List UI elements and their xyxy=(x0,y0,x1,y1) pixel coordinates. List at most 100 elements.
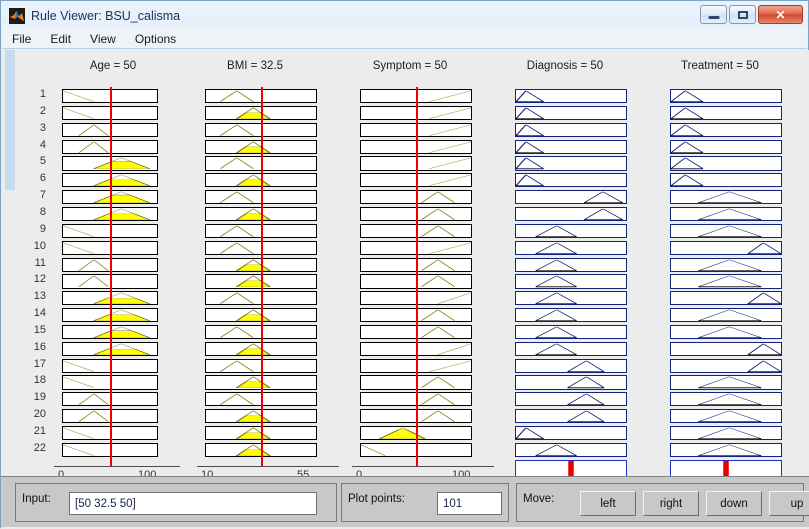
column-bmi: BMI = 32.5 10 55 xyxy=(186,50,339,481)
rule-number-15: 15 xyxy=(33,323,46,336)
rule-number-1: 1 xyxy=(39,88,46,100)
minimize-icon xyxy=(708,16,719,20)
move-label: Move: xyxy=(523,493,555,505)
mf-plot-diagnosis-rule-5 xyxy=(515,156,627,171)
mf-plot-treatment-rule-11 xyxy=(670,257,782,272)
close-icon: ✕ xyxy=(775,7,786,22)
input-indicator-age[interactable] xyxy=(110,87,112,466)
menu-item-edit[interactable]: Edit xyxy=(48,31,73,47)
column-title-diagnosis: Diagnosis = 50 xyxy=(526,60,604,72)
move-left-button[interactable]: left xyxy=(580,491,636,516)
input-indicator-symptom[interactable] xyxy=(416,87,418,466)
rule-number-11: 11 xyxy=(34,256,46,269)
mf-plot-diagnosis-rule-16 xyxy=(515,341,627,356)
column-title-age: Age = 50 xyxy=(89,60,137,72)
mf-plot-diagnosis-rule-8 xyxy=(515,206,627,222)
mf-plot-treatment-rule-15 xyxy=(670,324,782,340)
window-title: Rule Viewer: BSU_calisma xyxy=(31,8,181,23)
rule-plot-grid: Age = 50 1 2 3 4 5 6 7 8 9 10 11 12 13 14 15 16 17 18 19 20 2… xyxy=(15,50,809,481)
aggregate-output-diagnosis xyxy=(515,459,627,478)
mf-plot-diagnosis-rule-14 xyxy=(515,308,627,323)
menu-item-options[interactable]: Options xyxy=(133,31,178,47)
mf-plot-treatment-rule-19 xyxy=(670,392,782,407)
plot-points-label: Plot points: xyxy=(348,493,405,505)
column-title-symptom: Symptom = 50 xyxy=(372,60,448,72)
mf-plot-treatment-rule-12 xyxy=(670,274,782,289)
mf-plot-diagnosis-rule-4 xyxy=(515,139,627,154)
mf-plot-treatment-rule-16 xyxy=(670,341,782,356)
left-strip xyxy=(1,50,15,529)
mf-plot-treatment-rule-5 xyxy=(670,156,782,171)
axis-line-symptom xyxy=(352,465,494,468)
rule-number-4: 4 xyxy=(39,138,46,151)
mf-plot-treatment-rule-9 xyxy=(670,223,782,238)
mf-plot-diagnosis-rule-19 xyxy=(515,392,627,407)
column-title-treatment: Treatment = 50 xyxy=(681,60,759,72)
aggregate-output-treatment xyxy=(670,459,782,478)
mf-plot-diagnosis-rule-12 xyxy=(515,274,627,289)
rule-number-20: 20 xyxy=(33,408,46,421)
axis-line-bmi xyxy=(197,465,339,468)
mf-plot-treatment-rule-3 xyxy=(670,122,782,137)
matlab-icon xyxy=(9,7,25,24)
mf-plot-treatment-rule-20 xyxy=(670,409,782,424)
title-bar: Rule Viewer: BSU_calisma ✕ xyxy=(2,2,807,29)
plot-points-panel: Plot points: 101 xyxy=(341,483,509,522)
menu-item-view[interactable]: View xyxy=(88,31,118,47)
plot-points-field[interactable]: 101 xyxy=(437,492,502,515)
mf-plot-treatment-rule-22 xyxy=(670,442,782,458)
mf-plot-diagnosis-rule-1 xyxy=(515,89,627,104)
mf-plot-diagnosis-rule-9 xyxy=(515,223,627,238)
mf-plot-treatment-rule-17 xyxy=(670,358,782,373)
mf-plot-treatment-rule-1 xyxy=(670,89,782,104)
rule-number-18: 18 xyxy=(33,374,46,387)
rule-number-16: 16 xyxy=(33,340,46,353)
input-panel: Input: [50 32.5 50] xyxy=(15,483,337,522)
scroll-decoration xyxy=(5,50,15,190)
mf-plot-treatment-rule-2 xyxy=(670,105,782,121)
column-age: Age = 50 1 2 3 4 5 6 7 8 9 10 11 12 13 14 15 16 17 18 19 20 2… xyxy=(34,50,180,481)
menu-bar: File Edit View Options xyxy=(2,29,807,49)
rule-number-22: 22 xyxy=(33,441,46,454)
rule-number-5: 5 xyxy=(39,155,46,168)
mf-plot-diagnosis-rule-20 xyxy=(515,409,627,424)
column-treatment: Treatment = 50 xyxy=(651,50,789,478)
footer-bar: Input: [50 32.5 50] Plot points: 101 Mov… xyxy=(1,476,809,527)
mf-plot-treatment-rule-7 xyxy=(670,190,782,205)
close-button[interactable]: ✕ xyxy=(758,5,803,24)
rule-number-7: 7 xyxy=(39,189,46,202)
rule-number-13: 13 xyxy=(33,290,46,303)
rule-number-14: 14 xyxy=(33,307,46,320)
axis-line-age xyxy=(54,465,180,468)
mf-plot-diagnosis-rule-13 xyxy=(515,291,627,306)
mf-plot-diagnosis-rule-21 xyxy=(515,426,627,441)
mf-plot-diagnosis-rule-3 xyxy=(515,122,627,137)
move-panel: Move: left right down up xyxy=(516,483,809,522)
input-field[interactable]: [50 32.5 50] xyxy=(69,492,317,515)
mf-plot-treatment-rule-6 xyxy=(670,173,782,188)
minimize-button[interactable] xyxy=(700,5,727,24)
move-down-button[interactable]: down xyxy=(706,491,762,516)
mf-plot-diagnosis-rule-2 xyxy=(515,105,627,121)
mf-plot-diagnosis-rule-15 xyxy=(515,324,627,340)
input-indicator-bmi[interactable] xyxy=(261,87,263,466)
mf-plot-diagnosis-rule-7 xyxy=(515,190,627,205)
mf-plot-treatment-rule-21 xyxy=(670,426,782,441)
mf-plot-diagnosis-rule-22 xyxy=(515,442,627,458)
rule-number-19: 19 xyxy=(33,391,46,404)
mf-plot-diagnosis-rule-17 xyxy=(515,358,627,373)
maximize-button[interactable] xyxy=(729,5,756,24)
mf-plot-treatment-rule-8 xyxy=(670,206,782,222)
mf-plot-diagnosis-rule-18 xyxy=(515,375,627,390)
move-up-button[interactable]: up xyxy=(769,491,809,516)
input-label: Input: xyxy=(22,493,51,505)
rule-number-21: 21 xyxy=(33,425,46,437)
menu-item-file[interactable]: File xyxy=(10,31,33,47)
mf-plot-treatment-rule-13 xyxy=(670,291,782,306)
rule-number-9: 9 xyxy=(39,222,46,235)
mf-plot-treatment-rule-18 xyxy=(670,375,782,390)
move-right-button[interactable]: right xyxy=(643,491,699,516)
column-symptom: Symptom = 50 0 100 xyxy=(341,50,494,481)
rule-number-6: 6 xyxy=(39,172,46,185)
rule-viewer-window: Rule Viewer: BSU_calisma ✕ File Edit Vie… xyxy=(0,0,809,529)
